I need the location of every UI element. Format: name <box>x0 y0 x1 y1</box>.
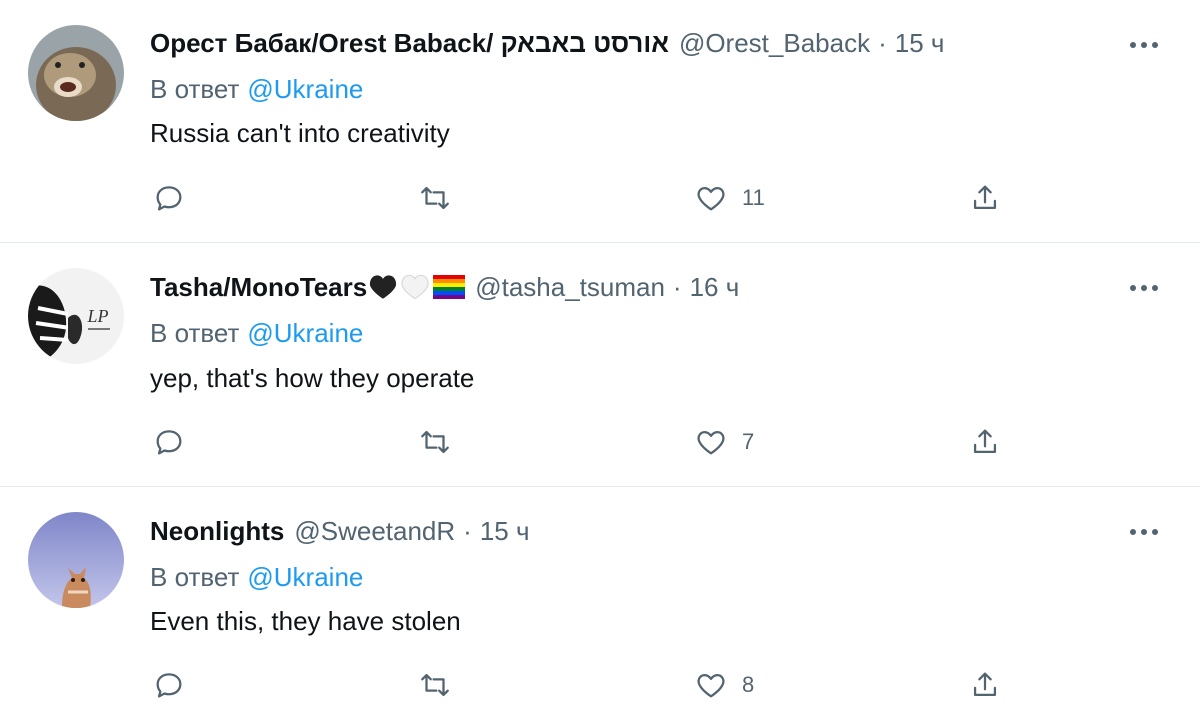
reply-button[interactable] <box>152 665 186 705</box>
like-button[interactable]: 8 <box>694 665 754 705</box>
display-name[interactable]: Орест Бабак/Orest Baback/ אורסט באבאק <box>150 26 669 60</box>
retweet-icon <box>421 430 449 454</box>
tweet-2[interactable]: LP Tasha/MonoTears @tasha_tsuman · 16 ч … <box>0 243 1200 487</box>
like-count: 11 <box>742 185 765 210</box>
reply-prefix: В ответ <box>150 562 240 592</box>
tweet-header: Орест Бабак/Orest Baback/ אורסט באבאק @O… <box>150 26 944 60</box>
like-button[interactable]: 7 <box>694 422 754 462</box>
separator-dot: · <box>878 28 887 58</box>
white-heart-icon <box>401 274 429 300</box>
retweet-button[interactable] <box>418 178 452 218</box>
like-count: 7 <box>742 429 755 454</box>
like-button[interactable]: 11 <box>694 178 765 218</box>
retweet-button[interactable] <box>418 422 452 462</box>
name-emoji-group <box>369 274 466 300</box>
avatar-lp-text: LP <box>86 306 108 326</box>
reply-context: В ответ @Ukraine <box>150 560 363 594</box>
tweet-3[interactable]: Neonlights @SweetandR · 15 ч В ответ @Ukr… <box>0 487 1200 723</box>
tweet-text: yep, that's how they operate <box>150 363 475 393</box>
tweet-text: Even this, they have stolen <box>150 606 461 636</box>
reply-mention-link[interactable]: @Ukraine <box>247 318 363 348</box>
heart-icon <box>697 673 725 698</box>
more-options-button[interactable] <box>1126 30 1162 60</box>
reply-prefix: В ответ <box>150 318 240 348</box>
reply-icon <box>156 673 182 698</box>
rainbow-flag-icon <box>433 275 466 299</box>
reply-icon <box>156 186 182 211</box>
avatar[interactable] <box>28 25 124 121</box>
timestamp[interactable]: 16 ч <box>690 270 740 304</box>
tweet-1[interactable]: Орест Бабак/Orest Baback/ אורסט באבאק @O… <box>0 0 1200 243</box>
avatar[interactable]: LP <box>28 268 124 364</box>
share-icon <box>973 185 997 210</box>
share-icon <box>973 672 997 697</box>
more-options-button[interactable] <box>1126 273 1162 303</box>
share-icon <box>973 429 997 454</box>
share-button[interactable] <box>968 665 1002 705</box>
retweet-button[interactable] <box>418 665 452 705</box>
black-heart-icon <box>370 275 397 299</box>
timestamp[interactable]: 15 ч <box>895 26 945 60</box>
tweet-header: Neonlights @SweetandR · 15 ч <box>150 514 530 548</box>
display-name[interactable]: Neonlights <box>150 514 284 548</box>
display-name[interactable]: Tasha/MonoTears <box>150 270 367 304</box>
user-handle[interactable]: @tasha_tsuman <box>475 270 665 304</box>
separator-dot: · <box>672 272 682 302</box>
like-count: 8 <box>742 672 755 697</box>
user-handle[interactable]: @SweetandR <box>294 514 455 548</box>
separator-dot: · <box>463 516 472 546</box>
reply-prefix: В ответ <box>150 74 240 104</box>
user-handle[interactable]: @Orest_Baback <box>679 26 870 60</box>
timestamp[interactable]: 15 ч <box>480 514 530 548</box>
more-options-button[interactable] <box>1126 517 1162 547</box>
share-button[interactable] <box>968 178 1002 218</box>
avatar-marmot-image <box>28 25 124 121</box>
heart-icon <box>697 430 725 455</box>
tweet-header: Tasha/MonoTears @tasha_tsuman · 16 ч <box>150 270 739 304</box>
reply-context: В ответ @Ukraine <box>150 72 363 106</box>
reply-mention-link[interactable]: @Ukraine <box>247 562 363 592</box>
reply-icon <box>156 430 182 455</box>
retweet-icon <box>421 186 449 210</box>
retweet-icon <box>421 673 449 697</box>
avatar-lp-image: LP <box>28 268 124 364</box>
tweet-text: Russia can't into creativity <box>150 118 450 148</box>
reply-context: В ответ @Ukraine <box>150 316 363 350</box>
avatar-cat-image <box>28 512 124 608</box>
more-dots-icon <box>1130 42 1158 48</box>
reply-mention-link[interactable]: @Ukraine <box>247 74 363 104</box>
avatar[interactable] <box>28 512 124 608</box>
heart-icon <box>697 186 725 211</box>
share-button[interactable] <box>968 422 1002 462</box>
more-dots-icon <box>1130 285 1158 291</box>
more-dots-icon <box>1130 529 1158 535</box>
reply-button[interactable] <box>152 422 186 462</box>
reply-button[interactable] <box>152 178 186 218</box>
